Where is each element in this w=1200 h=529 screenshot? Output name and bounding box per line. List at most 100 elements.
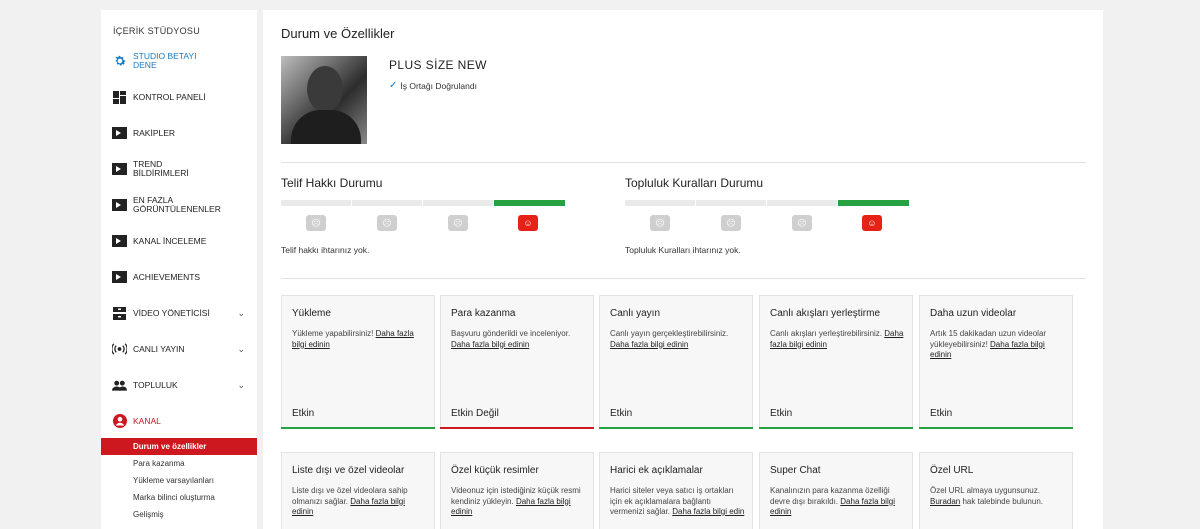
sidebar-item-label: STUDIO BETAYI DENE [133, 51, 197, 70]
card-description: Özel URL almaya uygunsunuz. Buradan hak … [930, 486, 1043, 506]
card-title: Özel URL [930, 465, 974, 476]
status-line [759, 427, 913, 429]
happy-face-icon: ☺ [862, 215, 882, 231]
sad-face-icon: ☹ [650, 215, 670, 231]
sidebar-item-label: CANLI YAYIN [133, 343, 185, 354]
video-thumb-icon [112, 198, 127, 213]
sidebar-item-trend-alerts[interactable]: TREND BİLDİRİMLERİ [101, 154, 257, 184]
live-icon [112, 342, 127, 357]
sidebar-item-label: ACHIEVEMENTS [133, 271, 201, 282]
sidebar-subitem-monetization[interactable]: Para kazanma [101, 455, 257, 472]
card-description: Artık 15 dakikadan uzun videolar yükleye… [930, 329, 1047, 359]
claim-link[interactable]: Buradan [930, 497, 960, 506]
sidebar-subitem-branding[interactable]: Marka bilinci oluşturma [101, 489, 257, 506]
copyright-status-text: Telif hakkı ihtarınız yok. [281, 245, 370, 255]
sidebar-subitem-upload-defaults[interactable]: Yükleme varsayılanları [101, 472, 257, 489]
sidebar-item-community[interactable]: TOPLULUK ⌄ [101, 370, 257, 400]
copyright-status-title: Telif Hakkı Durumu [281, 176, 383, 190]
sidebar-item-label: KANAL [133, 415, 161, 426]
video-manager-icon [112, 306, 127, 321]
status-line [599, 427, 753, 429]
card-description: Liste dışı ve özel videolara sahip olman… [292, 486, 408, 516]
feature-card-unlisted: Liste dışı ve özel videolar Liste dışı v… [281, 452, 435, 529]
sidebar-item-channel-review[interactable]: KANAL İNCELEME [101, 226, 257, 256]
card-title: Daha uzun videolar [930, 308, 1017, 319]
card-state: Etkin [292, 408, 315, 419]
card-title: Canlı akışları yerleştirme [770, 308, 881, 319]
divider [281, 278, 1086, 279]
community-status: Topluluk Kuralları Durumu ☹ ☹ ☹ ☺ Toplul… [625, 176, 925, 266]
sidebar-item-achievements[interactable]: ACHIEVEMENTS [101, 262, 257, 292]
copyright-status: Telif Hakkı Durumu ☹ ☹ ☹ ☺ Telif hakkı i… [281, 176, 581, 266]
check-icon: ✓ [389, 80, 398, 91]
sidebar-item-label: TREND BİLDİRİMLERİ [133, 159, 189, 178]
sidebar-item-label: KANAL İNCELEME [133, 235, 207, 246]
community-status-text: Topluluk Kuralları ihtarınız yok. [625, 245, 741, 255]
sidebar-item-channel[interactable]: KANAL [101, 406, 257, 436]
community-status-title: Topluluk Kuralları Durumu [625, 176, 764, 190]
learn-more-link[interactable]: Daha fazla bilgi edinin [610, 340, 688, 349]
status-line [281, 427, 435, 429]
account-icon [112, 414, 127, 429]
feature-card-longer-videos: Daha uzun videolar Artık 15 dakikadan uz… [919, 295, 1073, 429]
feature-card-monetization: Para kazanma Başvuru gönderildi ve incel… [440, 295, 594, 429]
neutral-face-icon: ☹ [377, 215, 397, 231]
sidebar-subitem-status[interactable]: Durum ve özellikler [101, 438, 257, 455]
card-description: Harici siteler veya satıcı iş ortakları … [610, 486, 745, 516]
card-state: Etkin [610, 408, 633, 419]
video-thumb-icon [112, 234, 127, 249]
sidebar-item-studio-beta[interactable]: STUDIO BETAYI DENE [101, 46, 257, 76]
main-panel: Durum ve Özellikler PLUS SİZE NEW ✓ İş O… [263, 10, 1103, 529]
feature-card-custom-thumbnails: Özel küçük resimler Videonuz için istedi… [440, 452, 594, 529]
sidebar-item-label: VİDEO YÖNETİCİSİ [133, 307, 210, 318]
happy-face-icon: ☺ [518, 215, 538, 231]
video-thumb-icon [112, 270, 127, 285]
dashboard-icon [112, 90, 127, 105]
sidebar-item-dashboard[interactable]: KONTROL PANELİ [101, 82, 257, 112]
video-thumb-icon [112, 162, 127, 177]
card-description: Yükleme yapabilirsiniz! Daha fazla bilgi… [292, 329, 414, 349]
feature-card-upload: Yükleme Yükleme yapabilirsiniz! Daha faz… [281, 295, 435, 429]
feature-card-super-chat: Super Chat Kanalınızın para kazanma özel… [759, 452, 913, 529]
card-title: Super Chat [770, 465, 821, 476]
video-thumb-icon [112, 126, 127, 141]
learn-more-link[interactable]: Daha fazla bilgi edinin [451, 340, 529, 349]
page-title: Durum ve Özellikler [281, 26, 395, 41]
sidebar-item-video-manager[interactable]: VİDEO YÖNETİCİSİ ⌄ [101, 298, 257, 328]
copyright-status-meter: ☹ ☹ ☹ ☺ [281, 200, 567, 231]
card-description: Videonuz için istediğiniz küçük resmi ke… [451, 486, 581, 516]
chevron-down-icon[interactable]: ⌄ [237, 344, 245, 355]
sidebar-item-label: KONTROL PANELİ [133, 91, 206, 102]
sidebar-item-competitors[interactable]: RAKİPLER [101, 118, 257, 148]
feature-card-embed-live: Canlı akışları yerleştirme Canlı akışlar… [759, 295, 913, 429]
learn-more-link[interactable]: Daha fazla bilgi edin [672, 507, 744, 516]
sidebar-item-label: RAKİPLER [133, 127, 176, 138]
card-description: Canlı akışları yerleştirebilirsiniz. Dah… [770, 329, 904, 349]
sidebar-item-live[interactable]: CANLI YAYIN ⌄ [101, 334, 257, 364]
chevron-down-icon[interactable]: ⌄ [237, 380, 245, 391]
card-state: Etkin [930, 408, 953, 419]
verified-status: ✓ İş Ortağı Doğrulandı [389, 80, 477, 91]
sad-face-icon: ☹ [306, 215, 326, 231]
community-status-meter: ☹ ☹ ☹ ☺ [625, 200, 911, 231]
feature-card-custom-url: Özel URL Özel URL almaya uygunsunuz. Bur… [919, 452, 1073, 529]
neutral-face-icon: ☹ [792, 215, 812, 231]
gear-icon [112, 54, 127, 69]
verified-label: İş Ortağı Doğrulandı [400, 80, 477, 91]
feature-card-external-annotations: Harici ek açıklamalar Harici siteler vey… [599, 452, 753, 529]
sidebar-item-label: EN FAZLA GÖRÜNTÜLENENLER [133, 195, 221, 214]
sidebar-header: İÇERİK STÜDYOSU [113, 26, 201, 36]
card-title: Harici ek açıklamalar [610, 465, 703, 476]
card-description: Canlı yayın gerçekleştirebilirsiniz. Dah… [610, 329, 729, 349]
sidebar-item-most-viewed[interactable]: EN FAZLA GÖRÜNTÜLENENLER [101, 190, 257, 220]
neutral-face-icon: ☹ [448, 215, 468, 231]
channel-name[interactable]: PLUS SİZE NEW [389, 58, 487, 72]
status-line [440, 427, 594, 429]
status-line [919, 427, 1073, 429]
card-description: Kanalınızın para kazanma özelliği devre … [770, 486, 895, 516]
channel-avatar[interactable] [281, 56, 367, 144]
sidebar-subitem-advanced[interactable]: Gelişmiş [101, 506, 257, 523]
card-title: Liste dışı ve özel videolar [292, 465, 405, 476]
card-title: Para kazanma [451, 308, 516, 319]
chevron-down-icon[interactable]: ⌄ [237, 308, 245, 319]
